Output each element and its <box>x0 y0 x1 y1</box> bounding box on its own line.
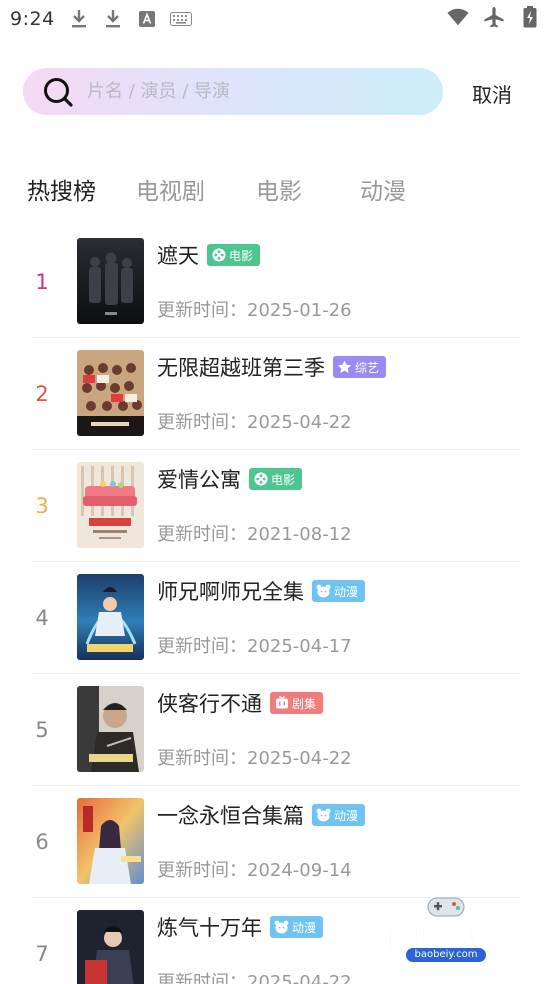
list-item[interactable]: 1 遮天 电影 更新时间：2025-01-26 <box>0 226 553 338</box>
item-title[interactable]: 遮天 <box>157 240 199 270</box>
item-title[interactable]: 爱情公寓 <box>157 464 241 494</box>
poster-image[interactable] <box>77 574 144 660</box>
rank-number: 1 <box>35 270 49 294</box>
keyboard-icon <box>170 8 192 30</box>
list-item[interactable]: 2 无限超越班第三季 综艺 更新时间：2025-04-22 <box>0 338 553 450</box>
status-bar: 9:24 <box>0 0 553 38</box>
category-badge: 动漫 <box>312 804 366 826</box>
badge-label: 动漫 <box>334 808 359 823</box>
poster-image[interactable] <box>77 798 144 884</box>
list-item[interactable]: 3 爱情公寓 电影 更新时间：2021-08-12 <box>0 450 553 562</box>
film-reel-icon <box>253 472 268 487</box>
item-title[interactable]: 炼气十万年 <box>157 912 262 942</box>
list-item[interactable]: 6 一念永恒合集篇 动漫 更新时间：2024-09-14 <box>0 786 553 898</box>
badge-label: 动漫 <box>334 584 359 599</box>
bear-icon <box>274 920 289 935</box>
tab-tv-series[interactable]: 电视剧 <box>136 172 205 206</box>
search-box[interactable] <box>23 68 443 115</box>
item-title[interactable]: 侠客行不通 <box>157 688 262 718</box>
bear-icon <box>316 808 331 823</box>
download-icon <box>102 8 124 30</box>
status-right-icons <box>447 6 541 28</box>
rank-number: 6 <box>35 830 49 854</box>
title-line: 爱情公寓 电影 <box>157 464 303 494</box>
category-badge: 电影 <box>249 468 303 490</box>
airplane-icon <box>483 6 505 28</box>
title-line: 师兄啊师兄全集 动漫 <box>157 576 366 606</box>
cancel-button[interactable]: 取消 <box>472 79 512 108</box>
update-time: 更新时间：2025-01-26 <box>157 300 352 321</box>
bear-icon <box>316 584 331 599</box>
rank-number: 7 <box>35 942 49 966</box>
rank-number: 3 <box>35 494 49 518</box>
rank-number: 2 <box>35 382 49 406</box>
list-item[interactable]: 4 师兄啊师兄全集 动漫 更新时间：2025-04-17 <box>0 562 553 674</box>
badge-label: 综艺 <box>355 360 380 375</box>
search-input[interactable] <box>87 68 427 115</box>
poster-image[interactable] <box>77 910 144 984</box>
update-time: 更新时间：2025-04-22 <box>157 748 352 769</box>
poster-image[interactable] <box>77 350 144 436</box>
item-title[interactable]: 一念永恒合集篇 <box>157 800 304 830</box>
category-badge: 综艺 <box>333 356 387 378</box>
search-icon <box>44 78 73 107</box>
category-badge: 动漫 <box>270 916 324 938</box>
badge-label: 电影 <box>229 248 254 263</box>
poster-image[interactable] <box>77 462 144 548</box>
category-badge: 剧集 <box>270 692 324 714</box>
list-item[interactable]: 5 侠客行不通 剧集 更新时间：2025-04-22 <box>0 674 553 786</box>
category-badge: 电影 <box>207 244 261 266</box>
badge-label: 动漫 <box>292 920 317 935</box>
tv-icon <box>274 696 289 711</box>
rank-number: 5 <box>35 718 49 742</box>
status-left-icons <box>68 8 192 30</box>
update-time: 更新时间：2025-04-22 <box>157 972 352 984</box>
gamepad-icon <box>427 897 465 917</box>
tab-hot-search[interactable]: 热搜榜 <box>27 172 96 206</box>
update-time: 更新时间：2021-08-12 <box>157 524 352 545</box>
update-time: 更新时间：2025-04-22 <box>157 412 352 433</box>
update-time: 更新时间：2025-04-17 <box>157 636 352 657</box>
badge-label: 剧集 <box>292 696 317 711</box>
status-time: 9:24 <box>10 8 55 30</box>
update-time: 更新时间：2024-09-14 <box>157 860 352 881</box>
tab-movie[interactable]: 电影 <box>256 172 302 206</box>
poster-image[interactable] <box>77 238 144 324</box>
title-line: 炼气十万年 动漫 <box>157 912 324 942</box>
title-line: 一念永恒合集篇 动漫 <box>157 800 366 830</box>
badge-label: 电影 <box>271 472 296 487</box>
film-reel-icon <box>211 248 226 263</box>
watermark-logo: 宝贝游戏网 baobeiy.com <box>376 890 521 970</box>
category-badge: 动漫 <box>312 580 366 602</box>
download-icon <box>68 8 90 30</box>
title-line: 无限超越班第三季 综艺 <box>157 352 387 382</box>
title-line: 侠客行不通 剧集 <box>157 688 324 718</box>
item-title[interactable]: 无限超越班第三季 <box>157 352 325 382</box>
item-title[interactable]: 师兄啊师兄全集 <box>157 576 304 606</box>
rank-number: 4 <box>35 606 49 630</box>
star-icon <box>337 360 352 375</box>
title-line: 遮天 电影 <box>157 240 261 270</box>
poster-image[interactable] <box>77 686 144 772</box>
battery-charging-icon <box>519 6 541 28</box>
wifi-icon <box>447 6 469 28</box>
font-icon <box>136 8 158 30</box>
tab-anime[interactable]: 动漫 <box>360 172 406 206</box>
watermark-url: baobeiy.com <box>406 948 486 962</box>
